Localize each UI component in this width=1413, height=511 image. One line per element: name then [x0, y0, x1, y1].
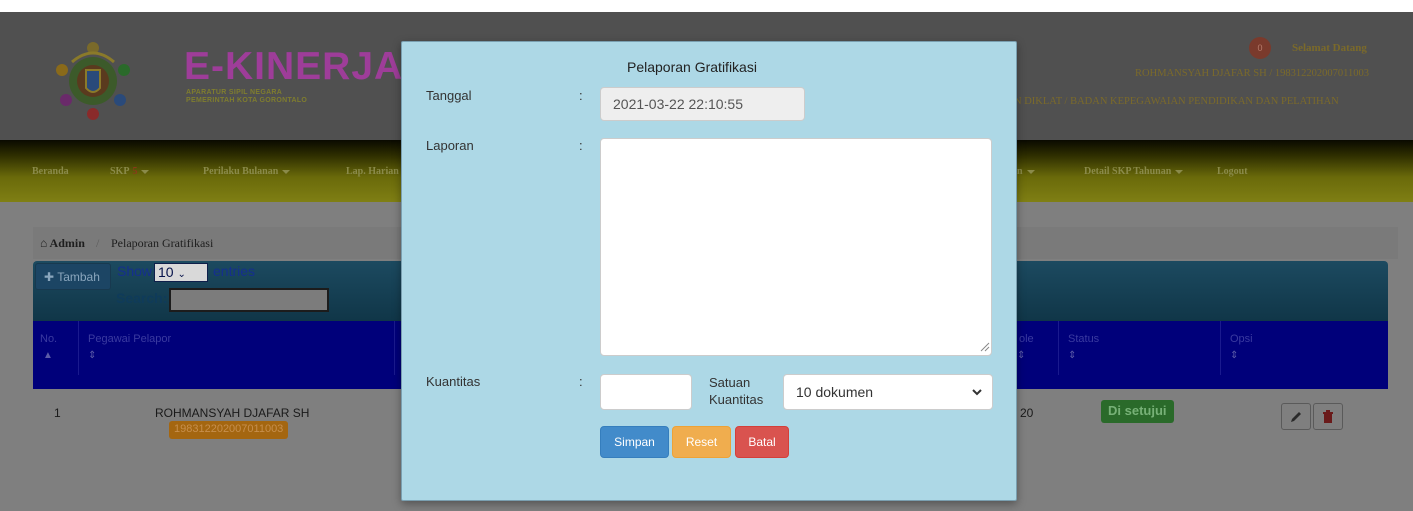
sort-icon[interactable]: ⇕: [1017, 350, 1025, 361]
laporan-colon: :: [579, 138, 583, 153]
plus-icon: ✚: [44, 270, 55, 284]
nav-perilaku-bulanan[interactable]: Perilaku Bulanan: [203, 166, 291, 177]
breadcrumb-separator: /: [96, 236, 100, 250]
column-header-tanggal[interactable]: ole: [1019, 333, 1034, 345]
kuantitas-label: Kuantitas: [426, 374, 481, 389]
show-label: Show: [117, 263, 153, 279]
resize-handle-icon[interactable]: [980, 342, 990, 352]
chevron-down-icon[interactable]: [971, 386, 983, 398]
nav-skp[interactable]: SKP 5: [110, 166, 150, 177]
nav-logout[interactable]: Logout: [1217, 166, 1248, 177]
sort-icon[interactable]: ⇕: [88, 350, 96, 361]
nav-beranda[interactable]: Beranda: [32, 166, 69, 177]
tanggal-label: Tanggal: [426, 88, 472, 103]
satuan-kuantitas-label: Satuan Kuantitas: [709, 375, 764, 407]
laporan-label: Laporan: [426, 138, 474, 153]
column-header-status[interactable]: Status: [1068, 333, 1099, 345]
home-icon: ⌂: [40, 236, 48, 250]
trash-icon: [1323, 410, 1333, 423]
batal-button[interactable]: Batal: [735, 426, 789, 458]
column-divider: [1058, 321, 1059, 375]
column-header-no[interactable]: No.: [40, 333, 57, 345]
delete-button[interactable]: [1313, 403, 1343, 430]
search-label: Search:: [116, 290, 168, 306]
user-identity: ROHMANSYAH DJAFAR SH / 19831220200701100…: [1135, 68, 1369, 79]
top-strip: [0, 0, 1413, 12]
sort-icon[interactable]: ⇕: [1068, 350, 1076, 361]
brand-subtitle: APARATUR SIPIL NEGARA: [186, 89, 283, 96]
chevron-down-icon: [1026, 169, 1035, 174]
sort-asc-icon[interactable]: ▲: [43, 350, 53, 361]
edit-button[interactable]: [1281, 403, 1311, 430]
nav-hidden-menu[interactable]: n: [1017, 166, 1035, 177]
simpan-button[interactable]: Simpan: [600, 426, 669, 458]
page-size-select[interactable]: 10 ⌄: [154, 263, 208, 282]
column-header-opsi[interactable]: Opsi: [1230, 333, 1253, 345]
city-emblem-logo: [56, 42, 130, 120]
row-date: 20: [1020, 406, 1034, 420]
entries-label: entries: [213, 263, 256, 279]
skp-count-badge: 5: [132, 166, 138, 177]
kuantitas-colon: :: [579, 374, 583, 389]
nav-lap-harian[interactable]: Lap. Harian I: [346, 166, 405, 177]
tanggal-colon: :: [579, 88, 583, 103]
row-pegawai-name: ROHMANSYAH DJAFAR SH: [155, 406, 310, 420]
kuantitas-input[interactable]: [600, 374, 692, 410]
user-unit: N DIKLAT / BADAN KEPEGAWAIAN PENDIDIKAN …: [1014, 96, 1339, 107]
column-divider: [394, 321, 395, 375]
notification-badge[interactable]: 0: [1249, 37, 1271, 59]
brand-subtitle-city: PEMERINTAH KOTA GORONTALO: [186, 97, 308, 104]
chevron-down-icon: [282, 169, 291, 174]
column-header-pegawai-pelapor[interactable]: Pegawai Pelapor: [88, 333, 171, 345]
laporan-textarea[interactable]: [600, 138, 992, 356]
brand-title: E-KINERJA: [184, 45, 404, 88]
pencil-icon: [1291, 412, 1301, 422]
chevron-down-icon: [1175, 169, 1184, 174]
row-nip-badge: 198312202007011003: [169, 421, 289, 439]
column-divider: [78, 321, 79, 375]
row-number: 1: [54, 406, 61, 420]
sort-icon[interactable]: ⇕: [1230, 350, 1238, 361]
nav-detail-skp-tahunan[interactable]: Detail SKP Tahunan: [1084, 166, 1184, 177]
add-button[interactable]: ✚ Tambah: [35, 263, 111, 290]
satuan-kuantitas-select[interactable]: 10 dokumen: [783, 374, 993, 410]
welcome-text: Selamat Datang: [1292, 42, 1367, 54]
breadcrumb-home[interactable]: ⌂ Admin: [40, 236, 85, 251]
modal-title: Pelaporan Gratifikasi: [627, 59, 757, 75]
search-input[interactable]: [169, 288, 329, 312]
chevron-down-icon: [141, 169, 150, 174]
tanggal-field[interactable]: 2021-03-22 22:10:55: [600, 87, 805, 121]
reset-button[interactable]: Reset: [672, 426, 731, 458]
chevron-down-icon: ⌄: [177, 269, 186, 280]
breadcrumb-current: Pelaporan Gratifikasi: [111, 236, 214, 250]
status-badge: Di setujui: [1101, 400, 1174, 423]
column-divider: [1220, 321, 1221, 375]
nav-skp-label: SKP: [110, 166, 130, 177]
